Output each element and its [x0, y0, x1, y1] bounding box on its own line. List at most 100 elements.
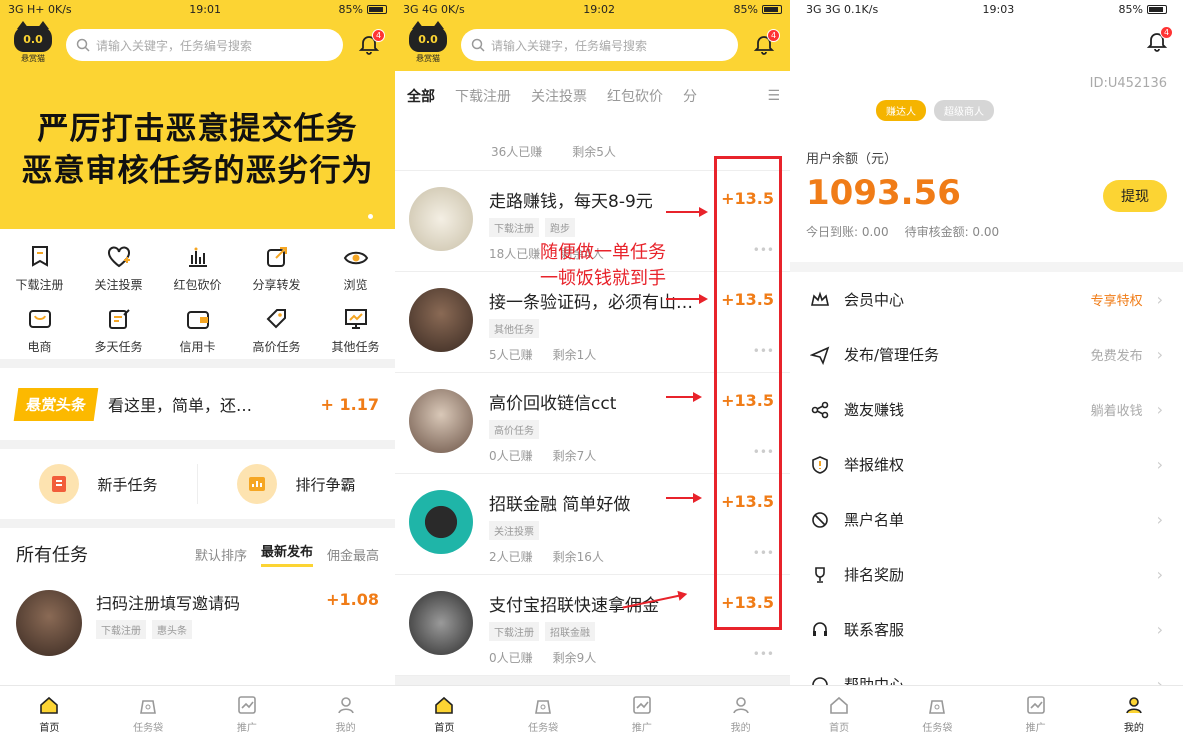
- chevron-right-icon: ›: [1156, 510, 1163, 529]
- news-ticker[interactable]: 悬赏头条 看这里，简单，还… + 1.17: [0, 368, 395, 440]
- home-icon: [40, 696, 59, 714]
- earned-count: 36人已赚: [491, 145, 543, 159]
- category-grid: 下载注册 关注投票 红包砍价 分享转发 浏览 电商 多天任务 信用卡 高价任务 …: [0, 229, 395, 359]
- menu-icon[interactable]: ☰: [767, 88, 780, 104]
- news-tag: 悬赏头条: [13, 387, 99, 421]
- task-amount: +1.08: [326, 590, 379, 609]
- earned-count: 18人已赚: [489, 247, 541, 261]
- menu-blacklist[interactable]: 黑户名单 ›: [790, 492, 1183, 547]
- category-multiday[interactable]: 多天任务: [79, 305, 158, 355]
- category-follow[interactable]: 关注投票: [79, 243, 158, 293]
- category-label: 关注投票: [94, 278, 143, 292]
- search-placeholder: 请输入关键字，任务编号搜索: [491, 38, 648, 53]
- annotation-arrow: [666, 493, 702, 503]
- menu-member-center[interactable]: 会员中心 专享特权 ›: [790, 272, 1183, 327]
- avatar: [409, 389, 473, 453]
- user-badges: 赚达人 超级商人: [876, 100, 994, 121]
- category-creditcard[interactable]: 信用卡: [158, 305, 237, 355]
- task-tag: 跑步: [545, 218, 575, 237]
- newbie-task-button[interactable]: 新手任务: [0, 464, 197, 504]
- tab-mine[interactable]: 我的: [691, 686, 790, 741]
- category-label: 其他任务: [331, 340, 380, 354]
- menu-support[interactable]: 联系客服 ›: [790, 602, 1183, 657]
- tab-promote[interactable]: 推广: [987, 686, 1085, 741]
- quick-label: 排行争霸: [295, 475, 356, 494]
- category-download[interactable]: 下载注册: [0, 243, 79, 293]
- task-row[interactable]: 扫码注册填写邀请码 +1.08 下载注册 惠头条: [16, 580, 379, 656]
- status-bar: 3G 4G 0K/s 19:02 85%: [395, 0, 790, 19]
- user-icon: [337, 696, 354, 713]
- menu-label: 会员中心: [844, 291, 905, 309]
- promo-banner[interactable]: 严厉打击恶意提交任务 恶意审核任务的恶劣行为: [0, 71, 395, 229]
- news-text: 看这里，简单，还…: [108, 396, 253, 415]
- category-label: 浏览: [343, 278, 368, 292]
- tab-mine[interactable]: 我的: [296, 686, 395, 741]
- trophy-icon: [815, 566, 825, 583]
- tab-promote[interactable]: 推广: [198, 686, 297, 741]
- heart-plus-icon: [107, 246, 130, 268]
- category-other[interactable]: 其他任务: [316, 305, 395, 355]
- tab-taskbag[interactable]: 任务袋: [494, 686, 593, 741]
- category-browse[interactable]: 浏览: [316, 243, 395, 293]
- sort-default[interactable]: 默认排序: [195, 545, 247, 564]
- tab-all[interactable]: 全部: [407, 86, 435, 106]
- tab-home[interactable]: 首页: [790, 686, 888, 741]
- category-share[interactable]: 分享转发: [237, 243, 316, 293]
- chart-icon: [633, 695, 651, 714]
- sort-highest[interactable]: 佣金最高: [327, 545, 379, 564]
- tab-home[interactable]: 首页: [395, 686, 494, 741]
- shop-icon: [28, 310, 51, 328]
- search-input[interactable]: 请输入关键字，任务编号搜索: [66, 29, 343, 61]
- ranking-button[interactable]: 排行争霸: [198, 464, 395, 504]
- earned-count: 0人已赚: [489, 651, 533, 665]
- menu-invite[interactable]: 邀友赚钱 躺着收钱 ›: [790, 382, 1183, 437]
- category-ecommerce[interactable]: 电商: [0, 305, 79, 355]
- profile-menu: 会员中心 专享特权 › 发布/管理任务 免费发布 › 邀友赚钱 躺着收钱 › 举报维权 › 黑…: [790, 272, 1183, 712]
- task-title: 扫码注册填写邀请码: [96, 594, 241, 613]
- bar-chart-icon: [188, 247, 207, 267]
- search-input[interactable]: 请输入关键字，任务编号搜索: [461, 29, 738, 61]
- task-tag: 高价任务: [489, 420, 539, 439]
- edit-icon: [108, 309, 130, 329]
- earned-count: 2人已赚: [489, 550, 533, 564]
- notification-button[interactable]: 4: [355, 29, 385, 59]
- tab-home[interactable]: 首页: [0, 686, 99, 741]
- profile-header: 3G 3G 0.1K/s 19:03 85% 4 ID:U452136 赚达人 …: [790, 0, 1183, 262]
- tab-redpacket[interactable]: 红包砍价: [607, 86, 663, 106]
- annotation-line-2: 一顿饭钱就到手: [540, 268, 666, 289]
- bottom-tabbar: 首页 任务袋 推广 我的: [395, 685, 790, 741]
- quick-entries: 新手任务 排行争霸: [0, 449, 395, 519]
- notification-badge: 4: [1160, 26, 1173, 39]
- category-redpacket[interactable]: 红包砍价: [158, 243, 237, 293]
- tab-taskbag[interactable]: 任务袋: [99, 686, 198, 741]
- menu-report[interactable]: 举报维权 ›: [790, 437, 1183, 492]
- tab-mine[interactable]: 我的: [1085, 686, 1183, 741]
- menu-publish[interactable]: 发布/管理任务 免费发布 ›: [790, 327, 1183, 382]
- menu-ranking[interactable]: 排名奖励 ›: [790, 547, 1183, 602]
- bottom-tabbar: 首页 任务袋 推广 我的: [0, 685, 395, 741]
- withdraw-button[interactable]: 提现: [1103, 180, 1167, 212]
- more-icon[interactable]: •••: [753, 647, 774, 661]
- tab-label: 任务袋: [528, 722, 559, 734]
- menu-label: 邀友赚钱: [844, 401, 905, 419]
- tab-share[interactable]: 分: [683, 86, 697, 106]
- sort-newest[interactable]: 最新发布: [260, 541, 313, 567]
- banner-line-2: 恶意审核任务的恶劣行为: [21, 153, 374, 189]
- task-tag: 其他任务: [489, 319, 539, 338]
- tab-follow[interactable]: 关注投票: [531, 86, 587, 106]
- ranking-icon: [237, 464, 278, 504]
- tab-taskbag[interactable]: 任务袋: [888, 686, 986, 741]
- tab-label: 首页: [829, 722, 850, 734]
- tab-download[interactable]: 下载注册: [455, 86, 511, 106]
- notification-button[interactable]: 4: [1143, 26, 1173, 56]
- highlight-box: [714, 156, 782, 630]
- battery-percent: 85%: [733, 3, 758, 16]
- tab-promote[interactable]: 推广: [593, 686, 692, 741]
- app-logo: 0.0 悬赏猫: [407, 21, 449, 65]
- category-highprice[interactable]: 高价任务: [237, 305, 316, 355]
- home-screen: 3G H+ 0K/s 19:01 85% 0.0 悬赏猫 请输入关键字，任务编号…: [0, 0, 395, 741]
- notification-button[interactable]: 4: [750, 29, 780, 59]
- tab-label: 首页: [39, 722, 60, 734]
- menu-hint: 躺着收钱: [1090, 404, 1143, 419]
- earned-count: 0人已赚: [489, 449, 533, 463]
